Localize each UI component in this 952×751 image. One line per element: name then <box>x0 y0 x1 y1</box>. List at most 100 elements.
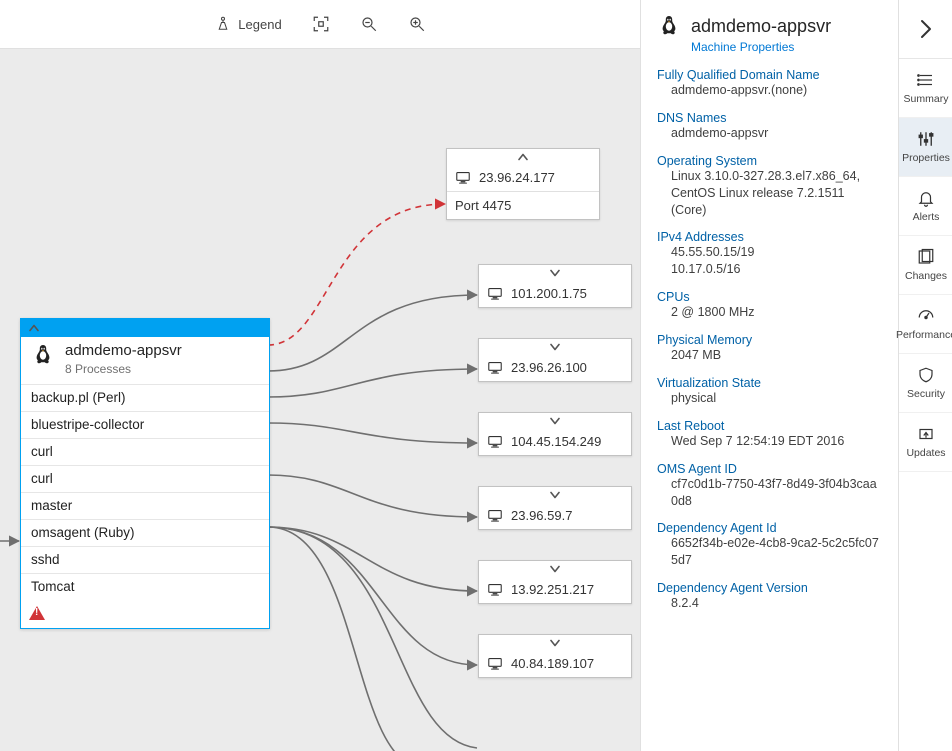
node-toggle[interactable] <box>479 339 631 356</box>
ip-address: 104.45.154.249 <box>511 434 601 449</box>
tab-updates[interactable]: Updates <box>899 413 952 472</box>
collapse-panel-button[interactable] <box>899 0 952 59</box>
dependency-map-canvas[interactable]: admdemo-appsvr 8 Processes backup.pl (Pe… <box>0 48 640 751</box>
chevron-down-icon <box>550 342 560 352</box>
process-item[interactable]: Tomcat <box>21 573 269 600</box>
tab-summary[interactable]: Summary <box>899 59 952 118</box>
shield-icon <box>916 366 936 384</box>
tux-icon <box>657 14 681 38</box>
ip-address: 23.96.26.100 <box>511 360 587 375</box>
node-toggle[interactable] <box>479 635 631 652</box>
node-toggle[interactable] <box>479 413 631 430</box>
prop-key-os: Operating System <box>657 154 882 168</box>
monitor-icon <box>487 361 503 375</box>
chevron-up-icon <box>29 323 39 333</box>
tab-security[interactable]: Security <box>899 354 952 413</box>
process-item[interactable]: bluestripe-collector <box>21 411 269 438</box>
prop-val-reboot: Wed Sep 7 12:54:19 EDT 2016 <box>671 433 882 450</box>
bell-icon <box>916 189 936 207</box>
process-list: backup.pl (Perl) bluestripe-collector cu… <box>21 384 269 600</box>
prop-key-reboot: Last Reboot <box>657 419 882 433</box>
ip-address: 101.200.1.75 <box>511 286 587 301</box>
prop-key-virt: Virtualization State <box>657 376 882 390</box>
details-title: admdemo-appsvr <box>657 14 882 38</box>
prop-val-virt: physical <box>671 390 882 407</box>
remote-node-6[interactable]: 40.84.189.107 <box>478 634 632 678</box>
prop-val-dep-ver: 8.2.4 <box>671 595 882 612</box>
tab-properties[interactable]: Properties <box>899 118 952 177</box>
process-item[interactable]: omsagent (Ruby) <box>21 519 269 546</box>
prop-key-dns: DNS Names <box>657 111 882 125</box>
prop-val-fqdn: admdemo-appsvr.(none) <box>671 82 882 99</box>
prop-key-oms: OMS Agent ID <box>657 462 882 476</box>
process-item[interactable]: sshd <box>21 546 269 573</box>
chevron-down-icon <box>550 268 560 278</box>
process-item[interactable]: backup.pl (Perl) <box>21 384 269 411</box>
tab-alerts[interactable]: Alerts <box>899 177 952 236</box>
zoom-in-button[interactable] <box>402 11 432 37</box>
sliders-icon <box>916 130 936 148</box>
process-item[interactable]: curl <box>21 438 269 465</box>
details-subtitle: Machine Properties <box>691 40 882 54</box>
monitor-icon <box>487 509 503 523</box>
tab-changes[interactable]: Changes <box>899 236 952 295</box>
monitor-icon <box>487 435 503 449</box>
legend-label: Legend <box>238 17 281 32</box>
node-toggle[interactable] <box>479 561 631 578</box>
remote-node-2[interactable]: 23.96.26.100 <box>478 338 632 382</box>
warning-icon[interactable] <box>29 606 45 620</box>
machine-node-admdemo-appsvr[interactable]: admdemo-appsvr 8 Processes backup.pl (Pe… <box>20 318 270 629</box>
list-icon <box>916 71 936 89</box>
prop-val-oms: cf7c0d1b-7750-43f7-8d49-3f04b3caa0d8 <box>671 476 882 510</box>
prop-key-ipv4: IPv4 Addresses <box>657 230 882 244</box>
update-icon <box>916 425 936 443</box>
prop-val-os: Linux 3.10.0-327.28.3.el7.x86_64, CentOS… <box>671 168 882 219</box>
gauge-icon <box>916 307 936 325</box>
machine-properties-panel: admdemo-appsvr Machine Properties Fully … <box>640 0 898 751</box>
port-row[interactable]: Port 4475 <box>447 191 599 219</box>
chevron-down-icon <box>550 564 560 574</box>
prop-val-cpu: 2 @ 1800 MHz <box>671 304 882 321</box>
chevron-down-icon <box>550 416 560 426</box>
remote-node-0[interactable]: 23.96.24.177 Port 4475 <box>446 148 600 220</box>
node-toggle[interactable] <box>479 265 631 282</box>
prop-val-dep-id: 6652f34b-e02e-4cb8-9ca2-5c2c5fc075d7 <box>671 535 882 569</box>
toolbar: Legend <box>0 0 640 49</box>
remote-node-5[interactable]: 13.92.251.217 <box>478 560 632 604</box>
node-subtitle: 8 Processes <box>65 362 182 376</box>
prop-val-mem: 2047 MB <box>671 347 882 364</box>
ip-address: 13.92.251.217 <box>511 582 594 597</box>
diff-icon <box>916 248 936 266</box>
prop-key-dep-ver: Dependency Agent Version <box>657 581 882 595</box>
monitor-icon <box>487 287 503 301</box>
remote-node-4[interactable]: 23.96.59.7 <box>478 486 632 530</box>
ip-address: 40.84.189.107 <box>511 656 594 671</box>
node-toggle[interactable] <box>479 487 631 504</box>
prop-val-dns: admdemo-appsvr <box>671 125 882 142</box>
fit-to-screen-button[interactable] <box>306 11 336 37</box>
chevron-down-icon <box>550 490 560 500</box>
node-toggle[interactable] <box>447 149 599 166</box>
node-title: admdemo-appsvr <box>65 343 182 360</box>
legend-button[interactable]: Legend <box>208 11 287 37</box>
monitor-icon <box>455 171 471 185</box>
chevron-right-icon <box>919 18 933 40</box>
process-item[interactable]: curl <box>21 465 269 492</box>
prop-key-cpu: CPUs <box>657 290 882 304</box>
remote-node-3[interactable]: 104.45.154.249 <box>478 412 632 456</box>
prop-key-dep-id: Dependency Agent Id <box>657 521 882 535</box>
tux-icon <box>31 343 55 367</box>
chevron-up-icon <box>518 152 528 162</box>
tab-performance[interactable]: Performance <box>899 295 952 354</box>
side-tabs: Summary Properties Alerts Changes Perfor… <box>898 0 952 751</box>
remote-node-1[interactable]: 101.200.1.75 <box>478 264 632 308</box>
prop-val-ipv4-2: 10.17.0.5/16 <box>671 261 882 278</box>
prop-val-ipv4-1: 45.55.50.15/19 <box>671 244 882 261</box>
zoom-out-button[interactable] <box>354 11 384 37</box>
monitor-icon <box>487 583 503 597</box>
monitor-icon <box>487 657 503 671</box>
node-header[interactable] <box>21 319 269 337</box>
ip-address: 23.96.59.7 <box>511 508 572 523</box>
process-item[interactable]: master <box>21 492 269 519</box>
prop-key-fqdn: Fully Qualified Domain Name <box>657 68 882 82</box>
